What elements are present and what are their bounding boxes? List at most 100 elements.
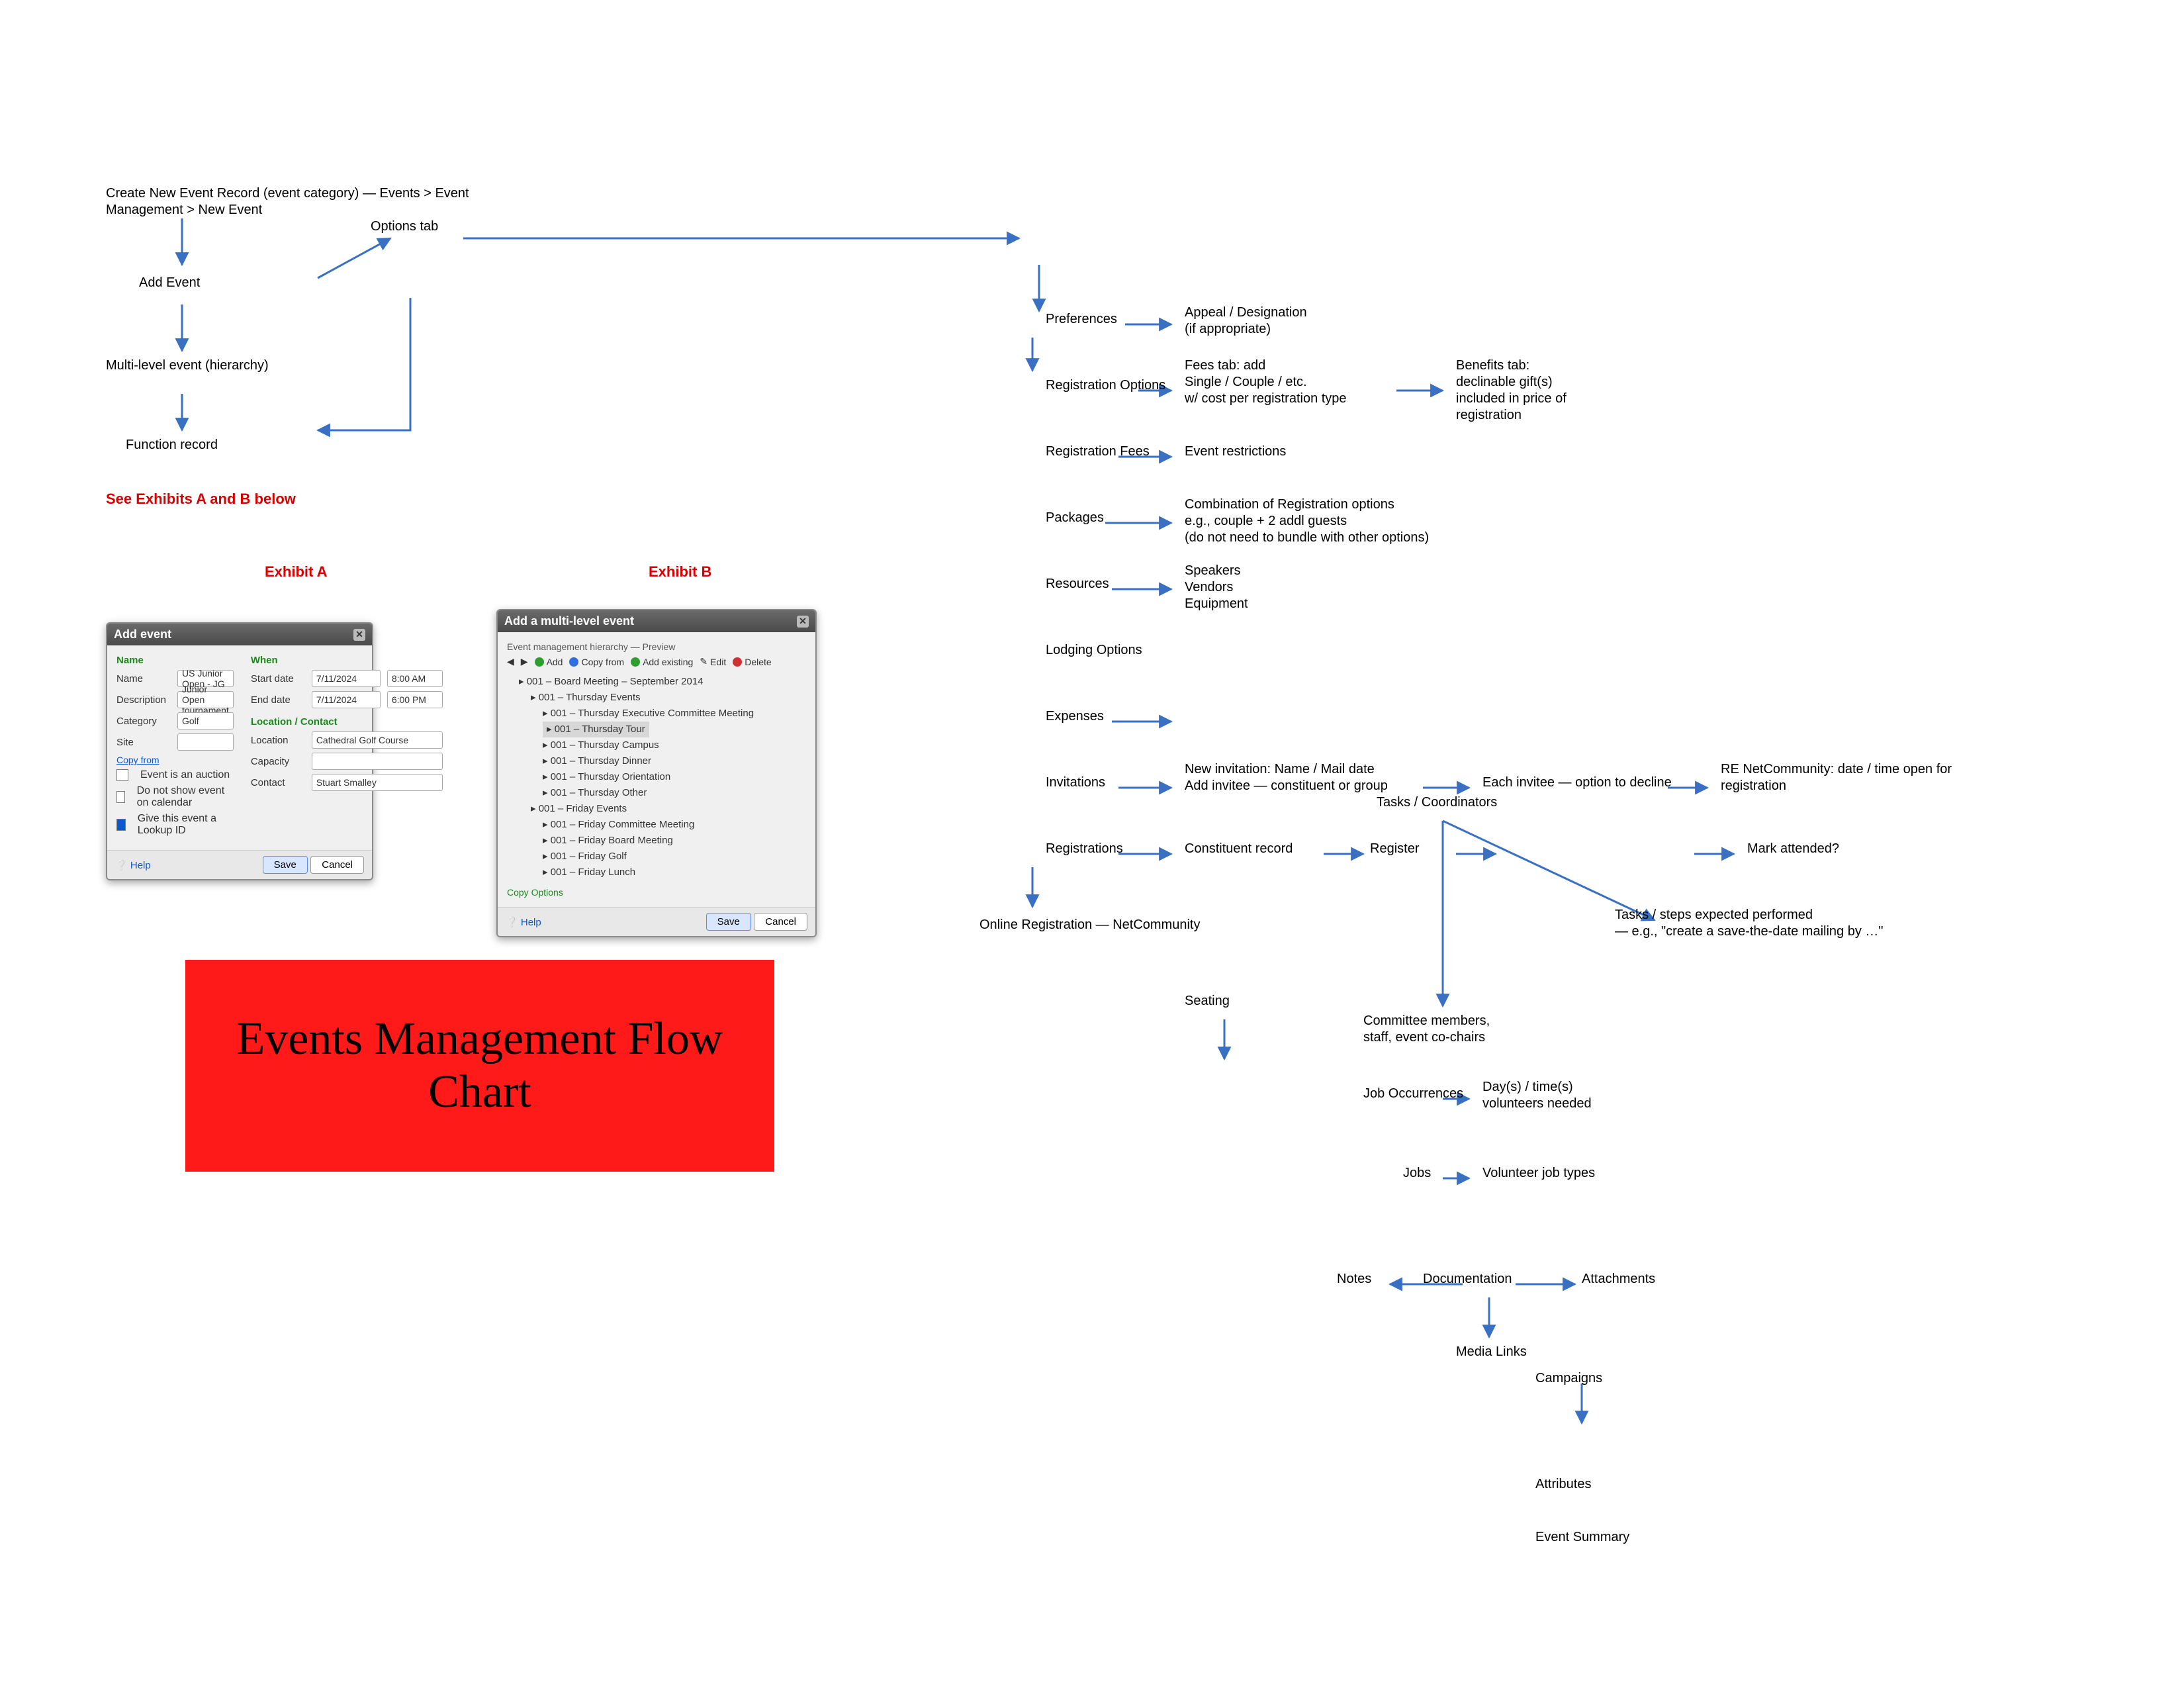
exhibit-b-shot: Add a multi-level event ✕ Event manageme…	[496, 609, 817, 937]
copy-from-button[interactable]: Copy from	[569, 657, 624, 667]
flow-node-n38: RE NetCommunity: date / time open for re…	[1721, 761, 1999, 794]
tree-item[interactable]: ▸ 001 – Thursday Dinner	[507, 753, 806, 769]
tree-item[interactable]: ▸ 001 – Thursday Events	[507, 690, 806, 706]
flow-node-n30: Volunteer job types	[1482, 1165, 1668, 1182]
tree-item[interactable]: ▸ 001 – Friday Committee Meeting	[507, 817, 806, 833]
flow-node-n35: Combination of Registration options e.g.…	[1185, 496, 1529, 546]
close-icon[interactable]: ✕	[353, 629, 365, 641]
flow-node-n39: Constituent record	[1185, 841, 1343, 857]
tree-item[interactable]: ▸ 001 – Thursday Campus	[507, 737, 806, 753]
flow-node-n1: Add Event	[139, 275, 271, 291]
flow-node-n10: Lodging Options	[1046, 642, 1205, 659]
flow-node-n36: New invitation: Name / Mail date Add inv…	[1185, 761, 1423, 794]
help-link[interactable]: ❔ Help	[506, 916, 541, 928]
location-input[interactable]: Cathedral Golf Course	[312, 731, 443, 749]
exhibit-b-title: Add a multi-level event	[504, 614, 634, 628]
contact-label: Contact	[251, 777, 305, 788]
title-banner: Events Management Flow Chart	[185, 960, 774, 1172]
tree-item[interactable]: ▸ 001 – Board Meeting – September 2014	[507, 674, 806, 690]
start-date-input[interactable]: 7/11/2024	[312, 670, 381, 687]
flow-node-n11: Expenses	[1046, 708, 1178, 725]
flow-node-n24: Event restrictions	[1185, 444, 1357, 460]
exhibit-b-label: Exhibit B	[649, 563, 711, 581]
contact-input[interactable]: Stuart Smalley	[312, 774, 443, 791]
section-name: Name	[116, 655, 234, 666]
tree-item[interactable]: ▸ 001 – Thursday Tour	[507, 722, 806, 737]
flowchart-page: Create New Event Record (event category)…	[0, 0, 2184, 1688]
end-time-input[interactable]: 6:00 PM	[387, 691, 443, 708]
flow-node-n41: Mark attended?	[1747, 841, 1893, 857]
name-label: Name	[116, 673, 171, 684]
lookup-id-checkbox[interactable]	[116, 819, 126, 831]
flow-node-n14: Online Registration — NetCommunity	[979, 917, 1324, 933]
location-label: Location	[251, 735, 305, 746]
flow-node-n26: Fees tab: add Single / Couple / etc. w/ …	[1185, 357, 1396, 407]
flow-node-n15: Seating	[1185, 993, 1291, 1009]
cancel-button[interactable]: Cancel	[310, 856, 364, 874]
save-button[interactable]: Save	[263, 856, 308, 874]
exhibit-b-toolbar: ◀ ▶ Add Copy from Add existing ✎ Edit De…	[507, 656, 806, 667]
close-icon[interactable]: ✕	[797, 616, 809, 628]
event-tree[interactable]: ▸ 001 – Board Meeting – September 2014▸ …	[507, 674, 806, 880]
tree-item[interactable]: ▸ 001 – Thursday Other	[507, 785, 806, 801]
site-label: Site	[116, 737, 171, 748]
loc-section: Location / Contact	[251, 716, 443, 727]
flow-node-n40: Register	[1370, 841, 1469, 857]
save-button[interactable]: Save	[706, 913, 751, 931]
tree-item[interactable]: ▸ 001 – Friday Lunch	[507, 865, 806, 880]
flow-node-n34: Attachments	[1582, 1271, 1714, 1288]
arrow-n1-n4	[318, 238, 390, 278]
flow-node-n3: Function record	[126, 437, 298, 453]
flow-node-n5: Preferences	[1046, 311, 1178, 328]
section-when: When	[251, 655, 443, 666]
copy-options-section: Copy Options	[507, 887, 806, 898]
flow-node-n23: Appeal / Designation (if appropriate)	[1185, 305, 1396, 338]
title-text: Events Management Flow Chart	[185, 1013, 774, 1119]
nav-right-icon[interactable]: ▶	[521, 656, 528, 667]
capacity-input[interactable]	[312, 753, 443, 770]
add-button[interactable]: Add	[535, 657, 563, 667]
flow-node-n19: Documentation	[1423, 1271, 1582, 1288]
cb2-label: Do not show event on calendar	[137, 785, 234, 809]
flow-node-n28: Committee members, staff, event co-chair…	[1363, 1013, 1602, 1046]
flow-node-n27: Benefits tab: declinable gift(s) include…	[1456, 357, 1668, 424]
capacity-label: Capacity	[251, 756, 305, 767]
flow-node-n4: Options tab	[371, 218, 503, 235]
arrow-n16-n29	[1443, 821, 1655, 920]
flow-node-n32: Notes	[1337, 1271, 1416, 1288]
hide-calendar-checkbox[interactable]	[116, 791, 125, 803]
end-label: End date	[251, 694, 305, 706]
tree-item[interactable]: ▸ 001 – Thursday Orientation	[507, 769, 806, 785]
tree-item[interactable]: ▸ 001 – Friday Events	[507, 801, 806, 817]
desc-label: Description	[116, 694, 171, 706]
flow-node-n0: Create New Event Record (event category)…	[106, 185, 477, 218]
cb3-label: Give this event a Lookup ID	[138, 813, 234, 837]
tree-item[interactable]: ▸ 001 – Friday Board Meeting	[507, 833, 806, 849]
exhibit-b-titlebar: Add a multi-level event ✕	[498, 610, 815, 632]
desc-input[interactable]: Junior Open tournament	[177, 691, 234, 708]
delete-button[interactable]: Delete	[733, 657, 771, 667]
start-time-input[interactable]: 8:00 AM	[387, 670, 443, 687]
tree-item[interactable]: ▸ 001 – Thursday Executive Committee Mee…	[507, 706, 806, 722]
nav-left-icon[interactable]: ◀	[507, 656, 514, 667]
flow-node-n16: Tasks / Coordinators	[1377, 794, 1588, 811]
flow-node-n31: Day(s) / time(s) volunteers needed	[1482, 1079, 1681, 1112]
category-input[interactable]: Golf	[177, 712, 234, 729]
flow-node-n37: Each invitee — option to decline	[1482, 774, 1681, 791]
exhibit-b-breadcrumb: Event management hierarchy — Preview	[507, 641, 806, 652]
copy-from-link[interactable]: Copy from	[116, 755, 159, 765]
site-input[interactable]	[177, 733, 234, 751]
help-link[interactable]: ❔ Help	[115, 859, 151, 871]
tree-item[interactable]: ▸ 001 – Friday Golf	[507, 849, 806, 865]
flow-node-n33: Media Links	[1456, 1344, 1588, 1360]
cancel-button[interactable]: Cancel	[754, 913, 807, 931]
end-date-input[interactable]: 7/11/2024	[312, 691, 381, 708]
exhibit-a-shot: Add event ✕ Name Name US Junior Open - J…	[106, 622, 373, 880]
start-label: Start date	[251, 673, 305, 684]
auction-checkbox[interactable]	[116, 769, 128, 781]
flow-node-n21: Attributes	[1535, 1476, 1668, 1493]
add-existing-button[interactable]: Add existing	[631, 657, 693, 667]
exhibit-a-label: Exhibit A	[265, 563, 328, 581]
edit-button[interactable]: ✎ Edit	[700, 656, 726, 667]
flow-node-n12: Invitations	[1046, 774, 1178, 791]
